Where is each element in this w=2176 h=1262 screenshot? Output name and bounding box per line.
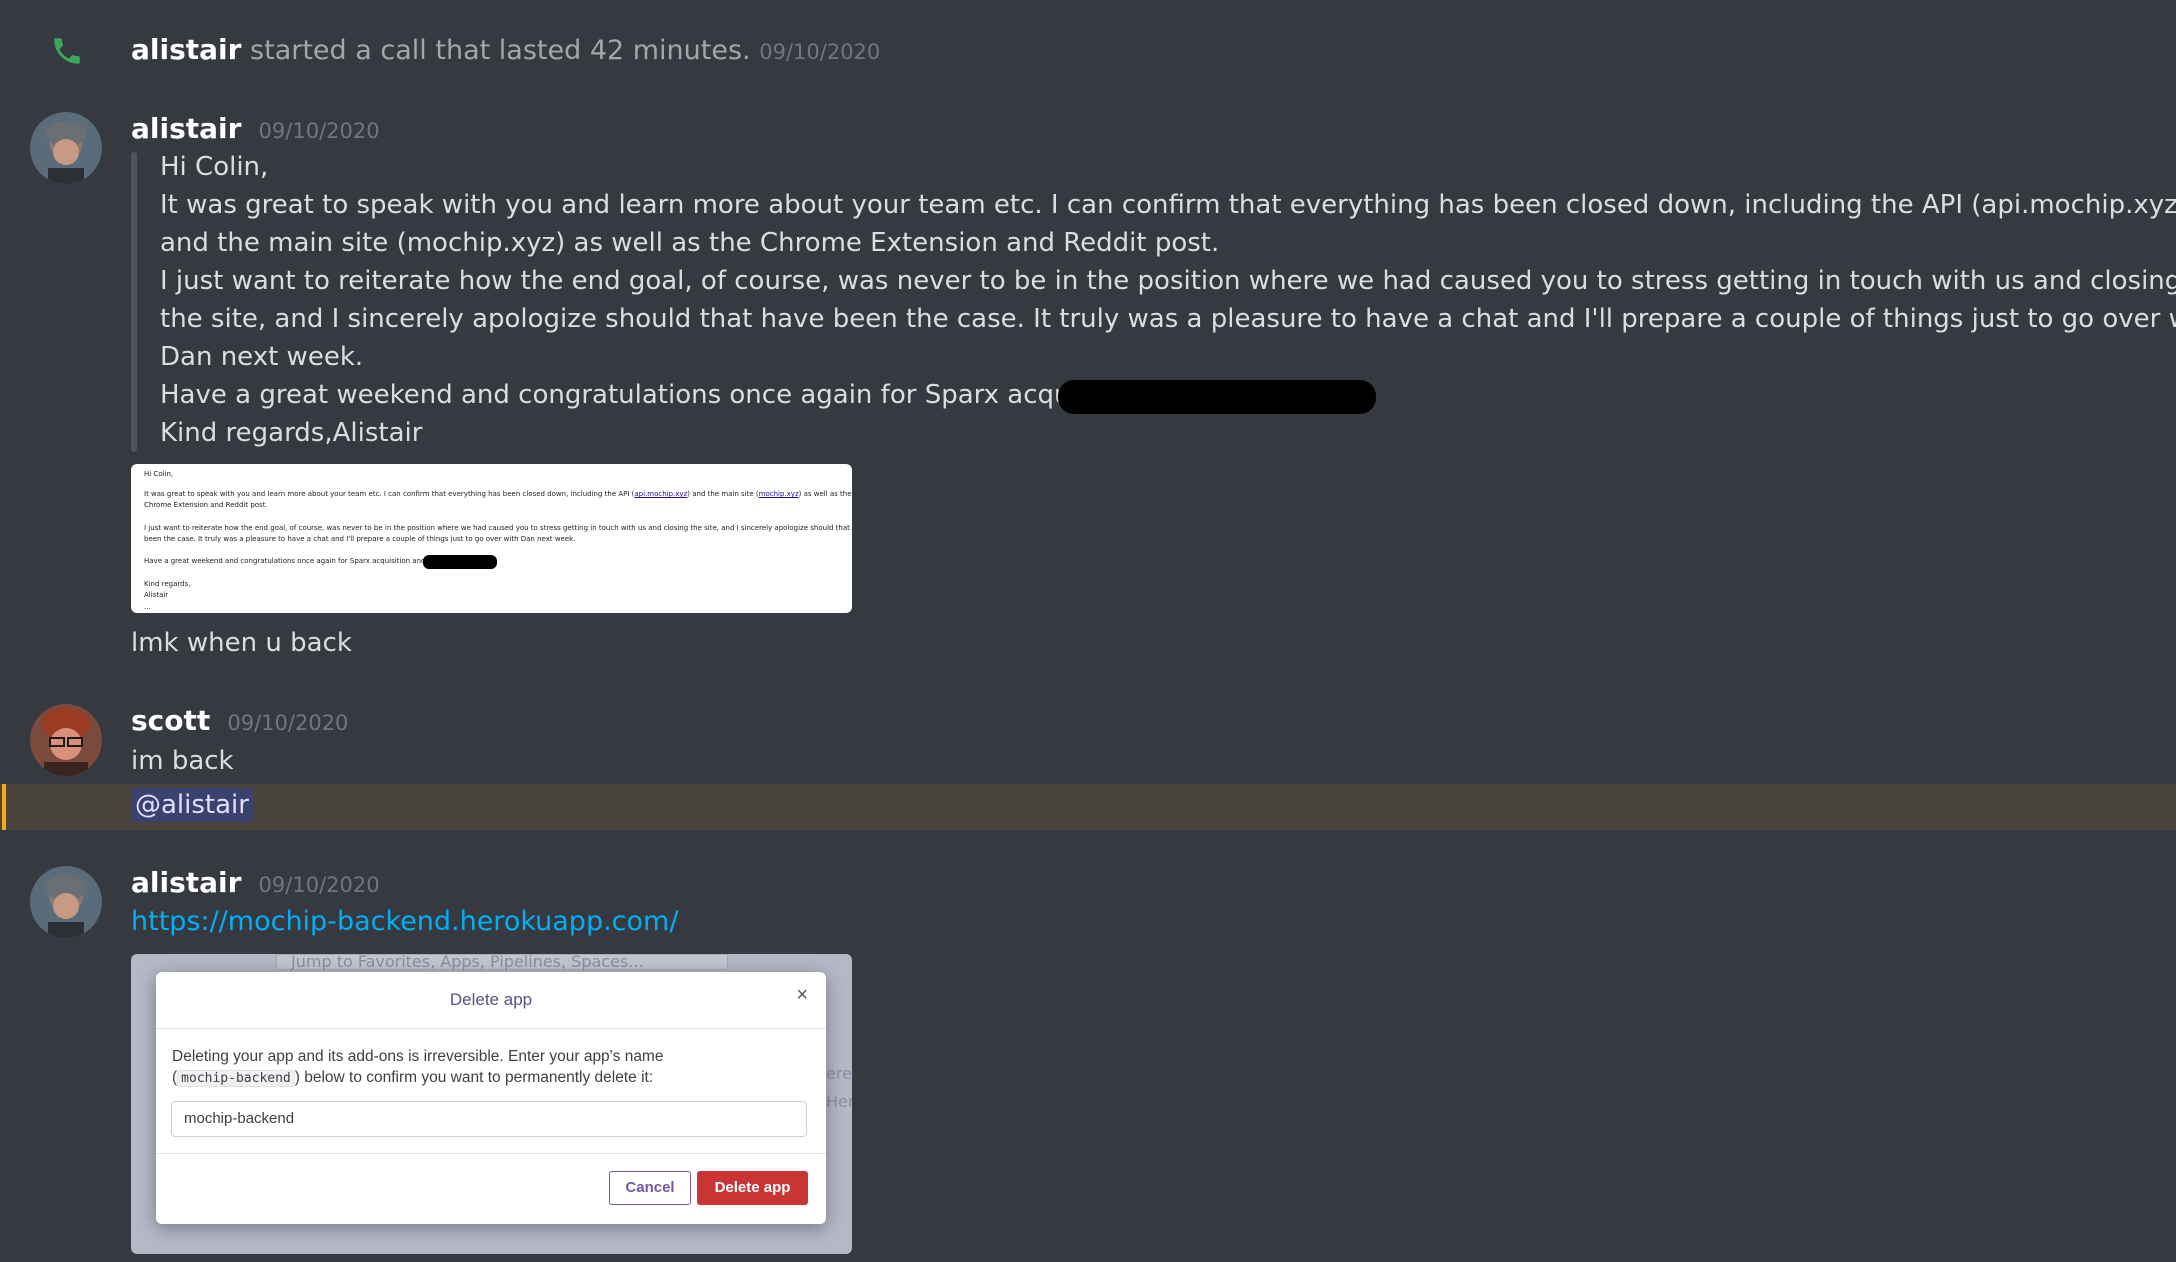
quote-line: It was great to speak with you and learn…	[160, 190, 2176, 220]
quote-line: Kind regards,Alistair	[160, 418, 423, 448]
message-timestamp: 09/10/2020	[258, 873, 380, 897]
message-header: alistair 09/10/2020	[131, 866, 380, 899]
email-line: ...	[144, 603, 151, 611]
modal-description: Deleting your app and its add-ons is irr…	[172, 1048, 664, 1065]
message-text: lmk when u back	[131, 628, 352, 658]
email-line: It was great to speak with you and learn…	[144, 490, 852, 498]
call-system-message: alistair started a call that lasted 42 m…	[131, 33, 880, 66]
mention-highlight-row	[0, 784, 2176, 830]
message-header: scott 09/10/2020	[131, 704, 348, 737]
delete-app-modal: Delete app × Deleting your app and its a…	[156, 972, 826, 1224]
user-mention[interactable]: @alistair	[131, 788, 253, 822]
message-author[interactable]: alistair	[131, 866, 241, 899]
email-line: been the case. It truly was a pleasure t…	[144, 535, 576, 543]
modal-description: (mochip-backend) below to confirm you wa…	[172, 1069, 654, 1087]
call-author[interactable]: alistair	[131, 33, 241, 66]
email-line: Alistair	[144, 591, 169, 599]
email-line: Hi Colin,	[144, 470, 174, 478]
email-line: Chrome Extension and Reddit post.	[144, 501, 268, 509]
quote-line: Have a great weekend and congratulations…	[160, 380, 1149, 410]
background-text: ere	[826, 1064, 852, 1083]
avatar[interactable]	[30, 112, 102, 184]
phone-icon	[50, 34, 84, 68]
app-name-code: mochip-backend	[177, 1070, 295, 1087]
quote-line: the site, and I sincerely apologize shou…	[160, 304, 2176, 334]
message-author[interactable]: alistair	[131, 112, 241, 145]
email-line: Kind regards,	[144, 580, 191, 588]
call-description: started a call that lasted 42 minutes.	[250, 35, 751, 66]
cancel-button[interactable]: Cancel	[609, 1171, 691, 1205]
redaction-mark	[423, 555, 497, 569]
email-screenshot-attachment[interactable]: Hi Colin, It was great to speak with you…	[131, 464, 852, 613]
modal-divider	[156, 1153, 826, 1154]
heroku-screenshot-attachment[interactable]: Jump to Favorites, Apps, Pipelines, Spac…	[131, 954, 852, 1254]
message-timestamp: 09/10/2020	[227, 711, 349, 735]
quote-line: I just want to reiterate how the end goa…	[160, 266, 2176, 296]
quote-line: Dan next week.	[160, 342, 364, 372]
message-author[interactable]: scott	[131, 704, 210, 737]
avatar[interactable]	[30, 704, 102, 776]
message-header: alistair 09/10/2020	[131, 112, 380, 145]
avatar[interactable]	[30, 866, 102, 938]
email-line: Have a great weekend and congratulations…	[144, 557, 435, 565]
message-link[interactable]: https://mochip-backend.herokuapp.com/	[131, 906, 678, 937]
app-name-input[interactable]: mochip-backend	[171, 1101, 807, 1137]
blockquote-bar	[131, 152, 137, 452]
mention-indicator-bar	[2, 784, 6, 830]
close-icon[interactable]: ×	[796, 984, 808, 1007]
background-search-hint: Jump to Favorites, Apps, Pipelines, Spac…	[291, 954, 644, 971]
message-timestamp: 09/10/2020	[258, 119, 380, 143]
message-text: im back	[131, 746, 234, 776]
modal-divider	[156, 1028, 826, 1029]
background-text: Hero	[826, 1092, 852, 1111]
quote-line: and the main site (mochip.xyz) as well a…	[160, 228, 1220, 258]
email-line: I just want to reiterate how the end goa…	[144, 524, 852, 532]
delete-app-button[interactable]: Delete app	[697, 1171, 808, 1205]
call-timestamp: 09/10/2020	[759, 40, 881, 64]
redaction-mark	[1058, 380, 1376, 414]
quote-line: Hi Colin,	[160, 152, 269, 182]
modal-title: Delete app	[449, 990, 533, 1009]
